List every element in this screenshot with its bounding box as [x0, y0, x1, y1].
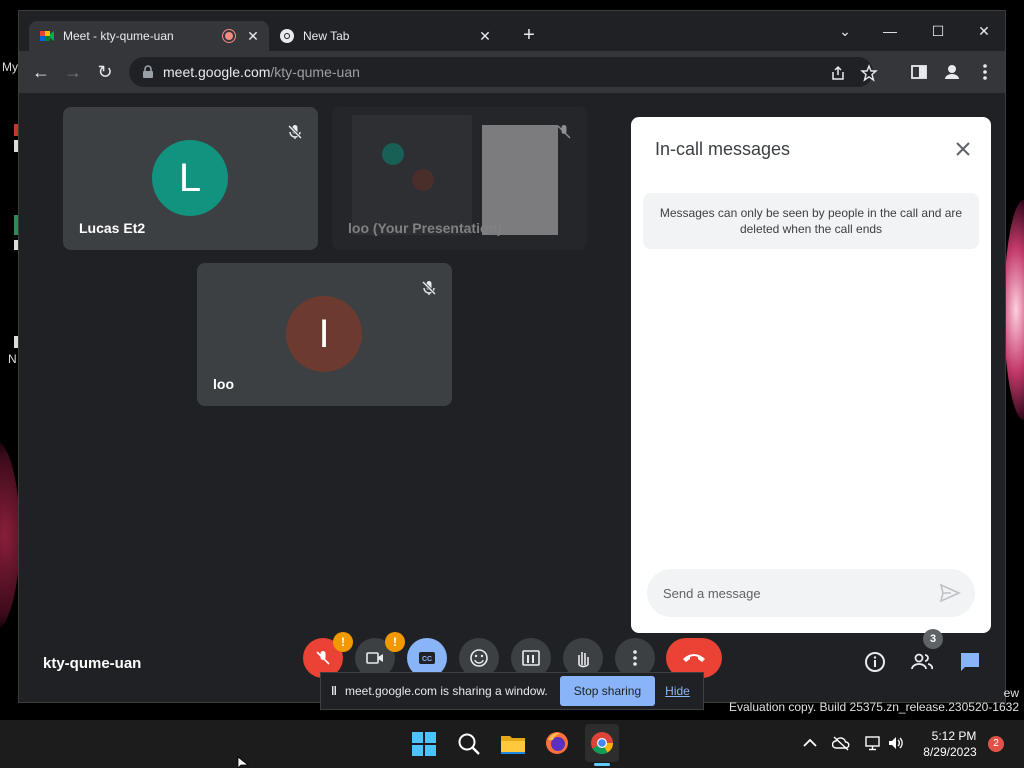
- people-count-badge: 3: [923, 629, 943, 649]
- close-icon[interactable]: [953, 139, 973, 159]
- url-path: /kty-qume-uan: [270, 64, 360, 80]
- url-host: meet.google.com: [163, 64, 271, 80]
- desktop-edge-text: ew: [1003, 686, 1019, 700]
- participant-tile[interactable]: L Lucas Et2: [63, 107, 318, 250]
- pause-icon: ‖: [331, 684, 337, 698]
- participant-name: Lucas Et2: [79, 220, 146, 236]
- message-input[interactable]: [647, 569, 975, 617]
- hide-link[interactable]: Hide: [665, 684, 690, 698]
- camera-icon: [366, 652, 383, 664]
- network-icon[interactable]: [864, 735, 882, 751]
- side-panel-icon[interactable]: [909, 62, 929, 82]
- clock-date[interactable]: 8/29/2023: [914, 745, 986, 759]
- browser-window: Meet - kty-qume-uan ✕ New Tab ✕ + ⌄ — ☐ …: [18, 10, 1006, 703]
- participant-name: loo (Your Presentation): [348, 220, 502, 236]
- send-icon[interactable]: [939, 583, 961, 603]
- search-icon[interactable]: [456, 731, 482, 757]
- screen-share-bar: ‖ meet.google.com is sharing a window. S…: [320, 672, 704, 710]
- chevron-up-icon[interactable]: [801, 735, 819, 751]
- chrome-icon[interactable]: [589, 730, 615, 756]
- desktop-label-my: My: [2, 60, 18, 74]
- mic-off-icon: [287, 124, 303, 140]
- presentation-thumbnail-avatar: [412, 169, 434, 191]
- present-icon: [522, 650, 540, 666]
- tab-title: Meet - kty-qume-uan: [63, 29, 174, 43]
- warning-badge: !: [385, 632, 405, 652]
- avatar: L: [152, 140, 228, 216]
- minimize-button[interactable]: —: [875, 17, 905, 45]
- desktop-label-n: N: [8, 352, 17, 366]
- windows-start-icon[interactable]: [411, 731, 437, 757]
- people-icon[interactable]: [910, 650, 934, 674]
- svg-text:CC: CC: [422, 656, 432, 663]
- close-window-button[interactable]: ✕: [969, 17, 999, 45]
- stop-sharing-button[interactable]: Stop sharing: [559, 676, 656, 706]
- clock-time[interactable]: 5:12 PM: [922, 729, 986, 743]
- notification-badge[interactable]: 2: [988, 736, 1004, 752]
- hand-icon: [578, 652, 589, 668]
- tab-new-tab[interactable]: New Tab ✕: [269, 21, 501, 51]
- presentation-tile[interactable]: loo (Your Presentation): [332, 107, 587, 250]
- taskbar: 5:12 PM 8/29/2023 2: [0, 720, 1024, 768]
- evaluation-watermark: Evaluation copy. Build 25375.zn_release.…: [729, 700, 1019, 714]
- lock-icon: [143, 65, 153, 78]
- tab-title: New Tab: [303, 29, 350, 43]
- profile-icon[interactable]: [942, 62, 962, 82]
- presentation-thumbnail-avatar: [382, 143, 404, 165]
- mic-off-icon: [557, 125, 571, 139]
- tab-strip: Meet - kty-qume-uan ✕ New Tab ✕ + ⌄ — ☐ …: [19, 11, 1005, 51]
- google-meet-icon: [40, 31, 54, 41]
- browser-toolbar: ← → ↻ meet.google.com/kty-qume-uan: [19, 51, 1005, 93]
- avatar-initial: L: [178, 155, 202, 200]
- in-call-messages-panel: In-call messages Messages can only be se…: [631, 117, 991, 633]
- share-icon[interactable]: [829, 64, 847, 82]
- close-icon[interactable]: ✕: [475, 28, 495, 45]
- meet-stage: L Lucas Et2 loo (Your Presentation) I lo…: [19, 93, 1005, 702]
- tab-meet[interactable]: Meet - kty-qume-uan ✕: [29, 21, 269, 51]
- address-bar[interactable]: meet.google.com/kty-qume-uan: [129, 57, 878, 87]
- back-button[interactable]: ←: [29, 60, 53, 84]
- emoji-icon: [470, 649, 488, 667]
- mic-off-icon: [316, 651, 330, 665]
- meeting-code: kty-qume-uan: [43, 655, 142, 672]
- presentation-thumbnail-panel: [482, 125, 558, 235]
- mic-off-icon: [421, 280, 437, 296]
- hang-up-icon: [683, 654, 705, 662]
- wallpaper-swirl-left: [0, 440, 20, 630]
- participant-tile[interactable]: I loo: [197, 263, 452, 406]
- file-explorer-icon[interactable]: [500, 731, 526, 757]
- close-icon[interactable]: ✕: [243, 28, 263, 45]
- active-app-indicator: [594, 763, 610, 766]
- more-vert-icon: [633, 650, 637, 666]
- share-status-text: meet.google.com is sharing a window.: [344, 684, 548, 698]
- maximize-button[interactable]: ☐: [923, 17, 953, 45]
- panel-title: In-call messages: [655, 139, 791, 159]
- wallpaper-swirl-right: [1004, 200, 1024, 420]
- recording-indicator-icon: [223, 30, 235, 42]
- chrome-icon: [280, 29, 294, 43]
- star-icon[interactable]: [860, 64, 878, 82]
- cloud-off-icon[interactable]: [832, 735, 850, 751]
- meeting-info-icon[interactable]: [863, 650, 887, 674]
- forward-button[interactable]: →: [61, 60, 85, 84]
- privacy-notice: Messages can only be seen by people in t…: [643, 193, 979, 249]
- avatar-initial: I: [318, 311, 330, 356]
- warning-badge: !: [333, 632, 353, 652]
- reload-button[interactable]: ↻: [93, 60, 117, 84]
- volume-icon[interactable]: [887, 735, 905, 751]
- tab-search-chevron-icon[interactable]: ⌄: [830, 17, 860, 45]
- participant-name: loo: [213, 376, 234, 392]
- more-menu-icon[interactable]: [975, 62, 995, 82]
- desktop: My N Meet - kty-qume-uan ✕ New Tab ✕ + ⌄…: [0, 0, 1024, 768]
- firefox-icon[interactable]: [544, 730, 570, 756]
- mouse-cursor-icon: [237, 756, 249, 768]
- new-tab-button[interactable]: +: [519, 25, 539, 45]
- chat-icon[interactable]: [958, 650, 982, 674]
- avatar: I: [286, 296, 362, 372]
- captions-icon: CC: [419, 652, 435, 664]
